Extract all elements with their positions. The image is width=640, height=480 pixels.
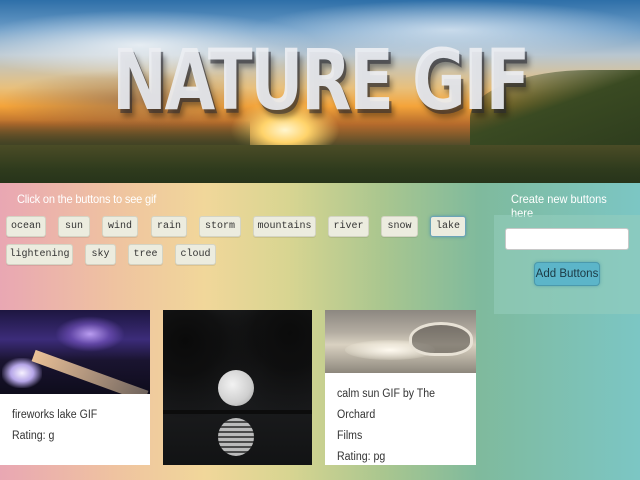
gif-rating: Rating: pg — [337, 451, 386, 463]
gif-image-fireworks[interactable] — [0, 310, 150, 394]
topic-button-wind[interactable]: wind — [102, 216, 138, 237]
gif-title: calm sun GIF by The Orchard — [337, 388, 436, 421]
shoreline — [163, 410, 312, 414]
gif-rating: Rating: g — [12, 430, 55, 442]
topic-button-ocean[interactable]: ocean — [6, 216, 46, 237]
topic-button-storm[interactable]: storm — [199, 216, 241, 237]
boat — [409, 322, 473, 356]
moon — [218, 370, 254, 406]
gif-image-moon[interactable] — [163, 310, 312, 465]
hero-forest — [0, 145, 640, 183]
firework-burst — [55, 316, 125, 352]
topic-button-lake[interactable]: lake — [430, 216, 466, 237]
instructions-text: Click on the buttons to see gif — [17, 192, 157, 206]
topic-button-rain[interactable]: rain — [151, 216, 187, 237]
gif-image-calm-sun[interactable] — [325, 310, 476, 373]
gif-card: fireworks lake GIF Rating: g — [0, 394, 150, 465]
topic-button-sky[interactable]: sky — [85, 244, 116, 265]
city-lights — [31, 349, 149, 394]
new-topic-input[interactable] — [505, 228, 629, 250]
gif-title: fireworks lake GIF — [12, 409, 98, 421]
topic-button-snow[interactable]: snow — [381, 216, 418, 237]
topic-button-lightening[interactable]: lightening — [6, 244, 73, 265]
topic-button-sun[interactable]: sun — [58, 216, 90, 237]
page-title: NATURE GIF — [112, 31, 530, 129]
moon-reflection — [218, 418, 254, 456]
topic-button-tree[interactable]: tree — [128, 244, 163, 265]
topic-button-river[interactable]: river — [328, 216, 369, 237]
gif-card: calm sun GIF by The Orchard Films Rating… — [325, 373, 476, 465]
gif-title-continued: Films — [337, 430, 363, 442]
add-buttons-button[interactable]: Add Buttons — [534, 262, 600, 286]
hero-banner: NATURE GIF — [0, 0, 640, 183]
topic-button-cloud[interactable]: cloud — [175, 244, 216, 265]
topic-button-mountains[interactable]: mountains — [253, 216, 316, 237]
